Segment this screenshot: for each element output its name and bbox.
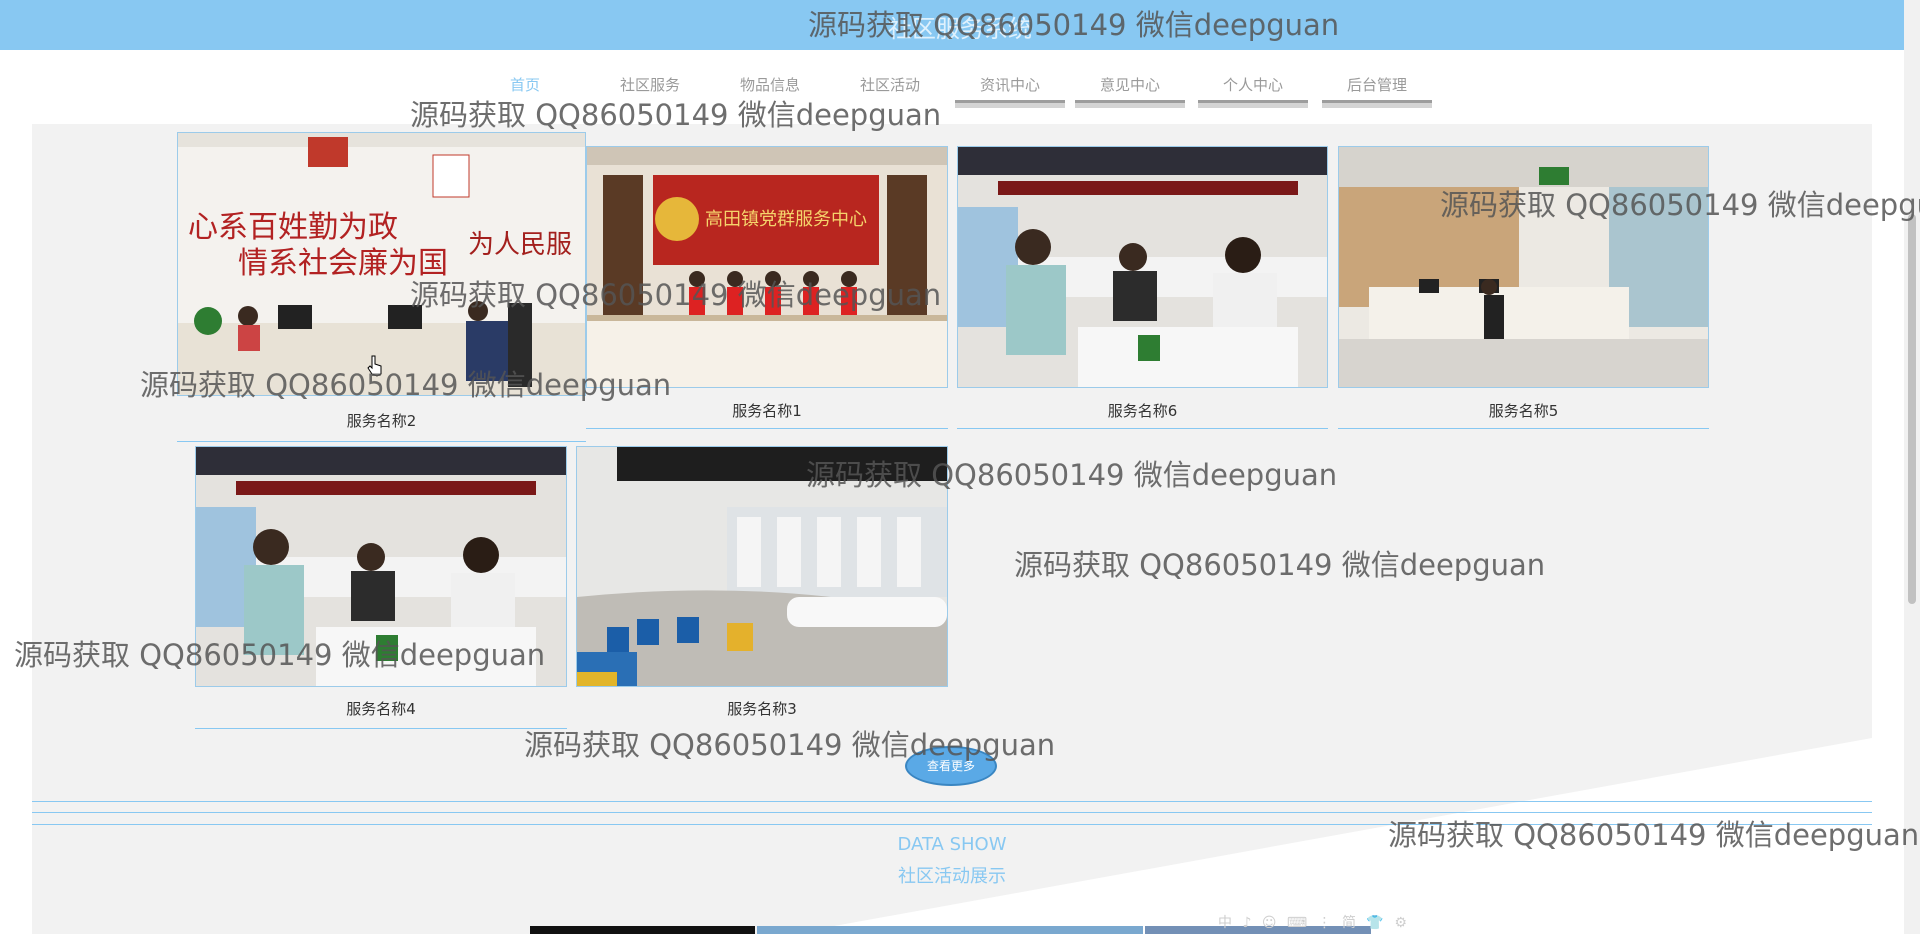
- card-divider: [586, 428, 948, 429]
- site-title: 社区服务系统: [888, 15, 1032, 43]
- nav-underline: [1322, 100, 1432, 108]
- view-more-button[interactable]: 查看更多: [905, 746, 997, 786]
- nav-underline: [1198, 100, 1308, 108]
- nav-item-news-center[interactable]: 资讯中心: [955, 70, 1065, 112]
- nav-label: 社区活动: [859, 76, 920, 94]
- nav-label: 后台管理: [1346, 76, 1407, 94]
- nav-item-feedback-center[interactable]: 意见中心: [1075, 70, 1185, 112]
- nav-underline: [955, 100, 1065, 108]
- mouse-pointer-icon: [367, 355, 382, 377]
- ime-toolbar[interactable]: 中 ♪ ☺ ⌨ ⋮ 简 👕 ⚙: [1218, 912, 1424, 934]
- card-divider: [1338, 428, 1709, 429]
- nav-label: 社区服务: [619, 76, 680, 94]
- card-divider: [195, 728, 567, 729]
- service-card[interactable]: 服务名称6: [957, 146, 1328, 430]
- svg-text:情系社会廉为国: 情系社会廉为国: [238, 246, 448, 281]
- service-photo: [195, 446, 567, 687]
- nav-label: 资讯中心: [979, 76, 1040, 94]
- nav-label: 意见中心: [1099, 76, 1160, 94]
- service-card[interactable]: 服务名称5: [1338, 146, 1709, 430]
- main-nav: 首页 社区服务 物品信息 社区活动 资讯中心 意见中心 个人中心 后台管理: [0, 70, 1920, 115]
- nav-label: 首页: [509, 76, 540, 94]
- section-divider-top: [32, 801, 1872, 802]
- service-photo: [576, 446, 948, 687]
- service-name: 服务名称5: [1488, 402, 1559, 420]
- section-title-en: DATA SHOW: [897, 834, 1007, 855]
- nav-item-admin[interactable]: 后台管理: [1322, 70, 1432, 112]
- nav-item-home[interactable]: 首页: [470, 70, 580, 112]
- nav-underline: [1075, 100, 1185, 108]
- activity-thumbnail[interactable]: [757, 926, 1143, 934]
- service-name: 服务名称1: [732, 402, 802, 420]
- service-name: 服务名称2: [346, 412, 417, 430]
- nav-item-personal-center[interactable]: 个人中心: [1198, 70, 1308, 112]
- section-title-cn: 社区活动展示: [898, 866, 1006, 887]
- section-divider-middle: [32, 812, 1872, 813]
- service-name: 服务名称3: [727, 700, 797, 718]
- activity-thumbnail[interactable]: [530, 926, 755, 934]
- card-divider: [177, 441, 586, 442]
- nav-item-goods-info[interactable]: 物品信息: [715, 70, 825, 112]
- nav-label: 个人中心: [1222, 76, 1283, 94]
- service-name: 服务名称4: [346, 700, 416, 718]
- section-divider-bottom: [32, 824, 1872, 825]
- top-header: 社区服务系统: [0, 0, 1920, 50]
- scrollbar-thumb[interactable]: [1908, 214, 1916, 604]
- service-name: 服务名称6: [1107, 402, 1178, 420]
- service-card[interactable]: 心系百姓勤为政 情系社会廉为国 为人民服 服务名称2: [177, 132, 586, 442]
- service-card[interactable]: 高田镇党群服务中心 服务名称1: [586, 146, 948, 430]
- service-photo: [1338, 146, 1709, 388]
- service-photo: 高田镇党群服务中心: [586, 146, 948, 388]
- service-card[interactable]: 服务名称4: [195, 446, 567, 730]
- service-card[interactable]: 服务名称3: [576, 446, 948, 730]
- nav-label: 物品信息: [739, 76, 800, 94]
- nav-item-community-service[interactable]: 社区服务: [595, 70, 705, 112]
- service-photo: [957, 146, 1328, 388]
- svg-text:高田镇党群服务中心: 高田镇党群服务中心: [705, 209, 867, 230]
- svg-text:心系百姓勤为政: 心系百姓勤为政: [188, 210, 398, 245]
- card-divider: [957, 428, 1328, 429]
- svg-text:为人民服: 为人民服: [468, 230, 572, 260]
- vertical-scrollbar[interactable]: [1904, 0, 1920, 934]
- nav-item-community-activity[interactable]: 社区活动: [835, 70, 945, 112]
